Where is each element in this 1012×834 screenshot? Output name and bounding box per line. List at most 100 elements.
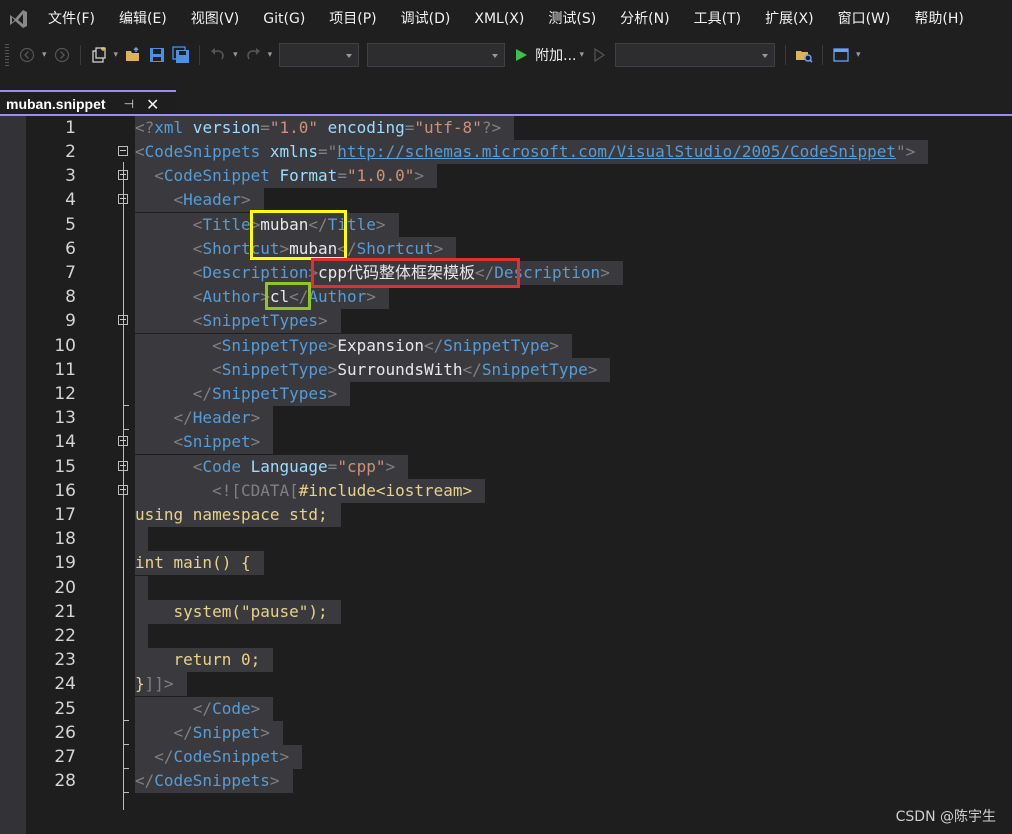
layout-icon[interactable] <box>830 44 852 66</box>
pin-icon[interactable]: ⊣ <box>124 97 134 111</box>
line-number: 22 <box>54 626 76 646</box>
code-text[interactable]: </SnippetTypes> <box>135 382 351 406</box>
line-number: 2 <box>65 142 76 162</box>
menu-edit[interactable]: 编辑(E) <box>107 0 179 38</box>
line-number: 12 <box>54 384 76 404</box>
redo-icon[interactable] <box>242 44 264 66</box>
toolbar-grip[interactable] <box>5 44 9 66</box>
save-icon[interactable] <box>146 44 168 66</box>
code-text[interactable]: <Header> <box>135 188 264 212</box>
highlight-box-green <box>265 282 311 310</box>
line-number: 24 <box>54 674 76 694</box>
visual-studio-logo-icon[interactable] <box>0 0 36 38</box>
chevron-down-icon[interactable]: ▾ <box>579 50 584 60</box>
collapse-icon[interactable] <box>118 194 128 204</box>
menu-analyze[interactable]: 分析(N) <box>608 0 681 38</box>
chevron-down-icon[interactable]: ▾ <box>268 50 273 60</box>
solution-platform-dropdown[interactable] <box>367 43 506 67</box>
tab-title: muban.snippet <box>6 96 106 112</box>
code-text[interactable]: int main() { <box>135 551 264 575</box>
code-text[interactable]: <?xml version="1.0" encoding="utf-8"?> <box>135 116 515 140</box>
code-editor[interactable]: 1 <?xml version="1.0" encoding="utf-8"?>… <box>0 116 1012 834</box>
code-text[interactable]: </Header> <box>135 406 274 430</box>
line-number: 13 <box>54 408 76 428</box>
line-number: 27 <box>54 747 76 767</box>
watermark: CSDN @陈宇生 <box>895 809 996 825</box>
chevron-down-icon[interactable]: ▾ <box>233 50 238 60</box>
schema-link[interactable]: http://schemas.microsoft.com/VisualStudi… <box>337 142 896 161</box>
menu-debug[interactable]: 调试(D) <box>389 0 463 38</box>
code-text[interactable]: <CodeSnippets xmlns="http://schemas.micr… <box>135 140 929 164</box>
line-number: 15 <box>54 457 76 477</box>
code-text[interactable]: <CodeSnippet Format="1.0.0"> <box>135 164 438 188</box>
code-text[interactable]: <SnippetTypes> <box>135 309 341 333</box>
code-text[interactable]: using namespace std; <box>135 503 341 527</box>
code-text[interactable]: system("pause"); <box>135 600 341 624</box>
menu-xml[interactable]: XML(X) <box>462 0 536 38</box>
highlight-box-yellow <box>250 210 347 260</box>
run-icon[interactable] <box>510 44 532 66</box>
code-text[interactable]: <Code Language="cpp"> <box>135 455 409 479</box>
fold-end-marker <box>123 744 129 745</box>
toolbar: ▾ ▾ ▾ ▾ 附加... ▾ ▾ <box>0 38 1012 72</box>
line-number: 4 <box>65 190 76 210</box>
code-text[interactable]: </Snippet> <box>135 721 283 745</box>
menu-test[interactable]: 测试(S) <box>536 0 608 38</box>
line-number: 21 <box>54 602 76 622</box>
code-text[interactable]: <Snippet> <box>135 430 274 454</box>
line-number: 20 <box>54 578 76 598</box>
code-text[interactable]: </CodeSnippet> <box>135 745 303 769</box>
collapse-icon[interactable] <box>118 170 128 180</box>
menu-git[interactable]: Git(G) <box>251 0 317 38</box>
code-text[interactable]: <![CDATA[#include<iostream> <box>135 479 486 503</box>
menu-view[interactable]: 视图(V) <box>179 0 252 38</box>
line-number: 14 <box>54 432 76 452</box>
menu-tools[interactable]: 工具(T) <box>682 0 753 38</box>
open-folder-icon[interactable] <box>122 44 144 66</box>
line-number: 16 <box>54 481 76 501</box>
tab-muban-snippet[interactable]: muban.snippet ⊣ ✕ <box>0 90 176 116</box>
code-text[interactable]: return 0; <box>135 648 274 672</box>
menu-window[interactable]: 窗口(W) <box>826 0 903 38</box>
save-all-icon[interactable] <box>170 44 192 66</box>
menu-file[interactable]: 文件(F) <box>36 0 107 38</box>
forward-icon[interactable] <box>51 44 73 66</box>
line-number: 19 <box>54 553 76 573</box>
code-text[interactable]: }]]> <box>135 672 187 696</box>
step-icon[interactable] <box>588 44 610 66</box>
menu-help[interactable]: 帮助(H) <box>902 0 975 38</box>
code-text[interactable]: <SnippetType>SurroundsWith</SnippetType> <box>135 358 611 382</box>
target-dropdown[interactable] <box>615 43 776 67</box>
attach-button[interactable]: 附加... <box>535 45 576 65</box>
menu-project[interactable]: 项目(P) <box>317 0 388 38</box>
find-in-files-icon[interactable] <box>793 44 815 66</box>
code-text[interactable]: <SnippetType>Expansion</SnippetType> <box>135 334 572 358</box>
collapse-icon[interactable] <box>118 315 128 325</box>
close-icon[interactable]: ✕ <box>146 95 159 114</box>
solution-config-dropdown[interactable] <box>279 43 360 67</box>
collapse-icon[interactable] <box>118 461 128 471</box>
code-text[interactable] <box>135 527 148 551</box>
toolbar-separator <box>822 45 824 65</box>
chevron-down-icon[interactable]: ▾ <box>114 50 119 60</box>
line-number: 25 <box>54 699 76 719</box>
collapse-icon[interactable] <box>118 146 128 156</box>
code-text[interactable]: <Author>cl</Author> <box>135 285 389 309</box>
undo-icon[interactable] <box>207 44 229 66</box>
back-icon[interactable] <box>16 44 38 66</box>
toolbar-separator <box>785 45 787 65</box>
highlight-box-red <box>311 258 520 288</box>
line-number: 6 <box>65 239 76 259</box>
code-text[interactable] <box>135 576 148 600</box>
chevron-down-icon[interactable]: ▾ <box>42 50 47 60</box>
line-number: 23 <box>54 650 76 670</box>
code-text[interactable] <box>135 624 148 648</box>
code-text[interactable]: </Code> <box>135 697 274 721</box>
editor-margin <box>0 116 26 834</box>
menu-extensions[interactable]: 扩展(X) <box>753 0 826 38</box>
code-text[interactable]: </CodeSnippets> <box>135 769 293 793</box>
chevron-down-icon[interactable]: ▾ <box>856 50 861 60</box>
new-item-icon[interactable] <box>88 44 110 66</box>
collapse-icon[interactable] <box>118 436 128 446</box>
collapse-icon[interactable] <box>118 485 128 495</box>
